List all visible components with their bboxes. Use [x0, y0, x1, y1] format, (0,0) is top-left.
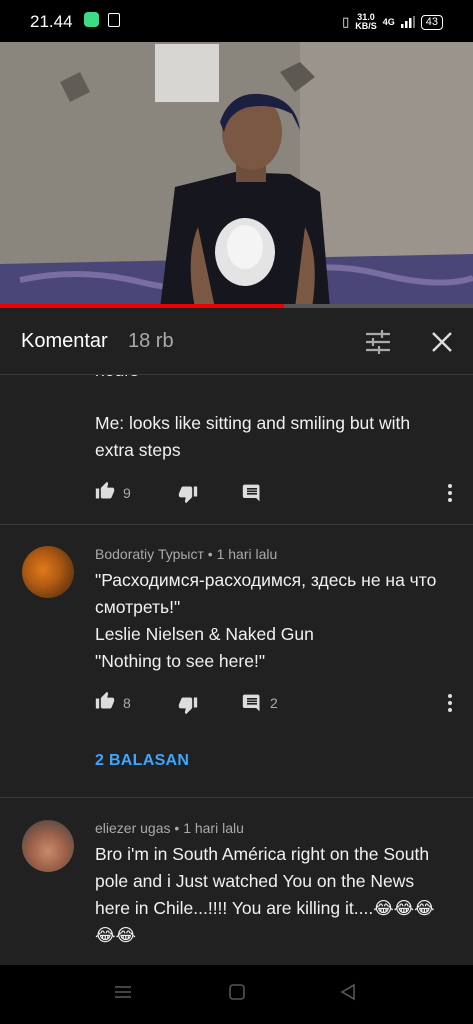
comment-text: Bro i'm in South América right on the So…	[95, 844, 435, 945]
signal-icon	[400, 16, 415, 28]
comment-text: "Расходимся-расходимся, здесь не на что …	[95, 570, 437, 671]
vibrate-icon: ▯	[342, 14, 350, 29]
status-time: 21.44	[30, 12, 73, 31]
recents-menu-icon[interactable]	[114, 983, 132, 1001]
comment-author[interactable]: Bodoratiy Турыст	[95, 546, 204, 562]
copy-notification-icon	[108, 13, 120, 27]
system-nav-bar	[0, 965, 473, 1024]
comment-meta: eliezer ugas • 1 hari lalu	[95, 820, 244, 836]
video-progress-fill	[0, 304, 284, 308]
more-vert-icon[interactable]	[440, 482, 460, 504]
comment-divider	[0, 524, 473, 525]
comment-divider	[0, 797, 473, 798]
thumb-down-icon[interactable]	[178, 695, 198, 715]
tune-icon[interactable]	[364, 328, 392, 356]
back-icon[interactable]	[339, 983, 357, 1001]
like-count: 9	[123, 485, 131, 501]
network-speed: 31.0 KB/S	[355, 12, 377, 31]
battery-indicator: 43	[420, 14, 443, 30]
home-icon[interactable]	[228, 983, 246, 1001]
comment-meta: Bodoratiy Турыст • 1 hari lalu	[95, 546, 278, 562]
app-notification-icon	[84, 12, 99, 27]
thumb-down-icon[interactable]	[178, 484, 198, 504]
comment-time: 1 hari lalu	[216, 546, 278, 562]
comments-count: 18 rb	[128, 330, 174, 352]
video-player[interactable]	[0, 42, 473, 308]
comment-icon[interactable]	[242, 483, 262, 503]
comment-author[interactable]: eliezer ugas	[95, 820, 171, 836]
close-icon[interactable]	[428, 328, 456, 356]
reply-count: 2	[270, 695, 278, 711]
status-bar: 21.44 ▯ 31.0 KB/S 4G 43	[0, 0, 473, 42]
comment-text-partial: hours	[95, 375, 450, 381]
thumb-up-icon[interactable]	[95, 691, 115, 711]
like-count: 8	[123, 695, 131, 711]
video-progress-bar[interactable]	[0, 304, 473, 308]
more-vert-icon[interactable]	[440, 692, 460, 714]
avatar[interactable]	[22, 546, 74, 598]
network-type: 4G	[382, 17, 395, 27]
thumb-up-icon[interactable]	[95, 481, 115, 501]
comments-title: Komentar	[21, 330, 108, 352]
view-replies-button[interactable]: 2 BALASAN	[95, 752, 189, 770]
video-frame	[0, 42, 473, 308]
avatar[interactable]	[22, 820, 74, 872]
comment-time: 1 hari lalu	[183, 820, 244, 836]
comment-icon[interactable]	[242, 693, 262, 713]
comments-header: Komentar 18 rb	[0, 310, 473, 375]
comment-text: Me: looks like sitting and smiling but w…	[95, 413, 411, 460]
